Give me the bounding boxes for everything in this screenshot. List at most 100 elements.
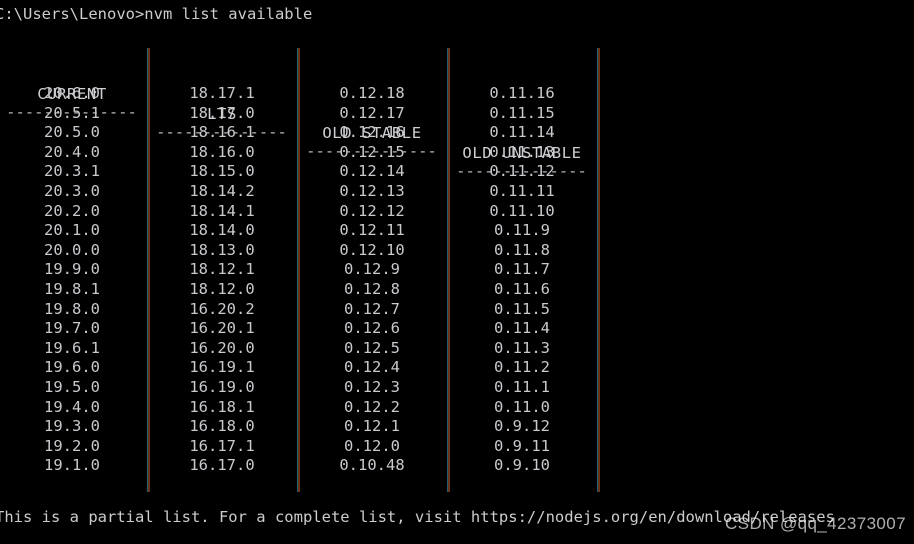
version-cell: 19.6.0 (44, 358, 100, 377)
table-body: 20.6.0 18.17.1 0.12.18 0.11.16 20.5.1 18.17.0… (0, 84, 610, 476)
table-row: 19.2.0 16.17.1 0.12.0 0.9.11 (0, 437, 610, 457)
version-cell: 0.11.11 (489, 181, 555, 200)
version-cell: 16.20.2 (189, 299, 255, 318)
version-cell: 0.11.6 (494, 279, 550, 298)
table-row: 19.8.0 16.20.2 0.12.7 0.11.5 (0, 300, 610, 320)
version-cell: 19.1.0 (44, 456, 100, 475)
version-cell: 0.12.11 (339, 221, 405, 240)
version-cell: 19.9.0 (44, 260, 100, 279)
table-row: 19.3.0 16.18.0 0.12.1 0.9.12 (0, 417, 610, 437)
table-row: 19.6.1 16.20.0 0.12.5 0.11.3 (0, 339, 610, 359)
version-cell: 18.12.1 (189, 260, 255, 279)
version-cell: 0.12.2 (344, 397, 400, 416)
version-cell: 0.12.18 (339, 84, 405, 102)
version-cell: 0.12.8 (344, 279, 400, 298)
version-cell: 18.17.0 (189, 103, 255, 122)
version-cell: 0.9.11 (494, 436, 550, 455)
version-cell: 0.12.6 (344, 319, 400, 338)
version-cell: 20.2.0 (44, 201, 100, 220)
table-row: 20.6.0 18.17.1 0.12.18 0.11.16 (0, 84, 610, 104)
version-cell: 18.14.1 (189, 201, 255, 220)
table-row: 19.4.0 16.18.1 0.12.2 0.11.0 (0, 398, 610, 418)
version-cell: 20.0.0 (44, 240, 100, 259)
version-cell: 0.12.7 (344, 299, 400, 318)
version-cell: 0.12.15 (339, 142, 405, 161)
version-cell: 0.10.48 (339, 456, 405, 475)
version-cell: 19.5.0 (44, 377, 100, 396)
version-cell: 0.12.16 (339, 123, 405, 142)
version-cell: 0.11.5 (494, 299, 550, 318)
table-header-divider-row: -------------- -------------- ----------… (0, 66, 610, 178)
version-cell: 18.15.0 (189, 162, 255, 181)
version-cell: 19.8.0 (44, 299, 100, 318)
version-cell: 0.12.17 (339, 103, 405, 122)
table-row: 20.4.0 18.16.0 0.12.15 0.11.13 (0, 143, 610, 163)
version-cell: 19.4.0 (44, 397, 100, 416)
version-cell: 19.3.0 (44, 417, 100, 436)
version-cell: 18.14.0 (189, 221, 255, 240)
table-row: 19.5.0 16.19.0 0.12.3 0.11.1 (0, 378, 610, 398)
version-cell: 0.12.4 (344, 358, 400, 377)
version-cell: 0.12.3 (344, 377, 400, 396)
version-cell: 0.12.9 (344, 260, 400, 279)
version-cell: 0.11.4 (494, 319, 550, 338)
table-row: 20.3.1 18.15.0 0.12.14 0.11.12 (0, 162, 610, 182)
version-cell: 20.3.1 (44, 162, 100, 181)
version-cell: 0.12.1 (344, 417, 400, 436)
version-cell: 16.18.1 (189, 397, 255, 416)
version-cell: 0.11.3 (494, 338, 550, 357)
version-cell: 0.11.1 (494, 377, 550, 396)
version-cell: 16.18.0 (189, 417, 255, 436)
version-cell: 0.11.7 (494, 260, 550, 279)
version-cell: 0.11.16 (489, 84, 555, 102)
table-row: 20.0.0 18.13.0 0.12.10 0.11.8 (0, 241, 610, 261)
version-cell: 19.6.1 (44, 338, 100, 357)
version-cell: 16.19.1 (189, 358, 255, 377)
version-cell: 18.16.1 (189, 123, 255, 142)
version-cell: 16.17.0 (189, 456, 255, 475)
version-cell: 0.9.12 (494, 417, 550, 436)
version-cell: 19.7.0 (44, 319, 100, 338)
version-cell: 0.11.15 (489, 103, 555, 122)
command-prompt-line: C:\Users\Lenovo>nvm list available (0, 5, 313, 23)
table-row: 20.1.0 18.14.0 0.12.11 0.11.9 (0, 221, 610, 241)
version-cell: 19.8.1 (44, 279, 100, 298)
nvm-version-table: CURRENT LTS OLD STABLE OLD UNSTABLE ----… (0, 46, 610, 492)
table-row: 20.2.0 18.14.1 0.12.12 0.11.10 (0, 202, 610, 222)
version-cell: 0.11.0 (494, 397, 550, 416)
table-row: 20.5.1 18.17.0 0.12.17 0.11.15 (0, 104, 610, 124)
version-cell: 0.12.13 (339, 181, 405, 200)
version-cell: 16.19.0 (189, 377, 255, 396)
version-cell: 0.12.10 (339, 240, 405, 259)
version-cell: 20.4.0 (44, 142, 100, 161)
version-cell: 0.9.10 (494, 456, 550, 475)
version-cell: 20.5.0 (44, 123, 100, 142)
version-cell: 0.11.9 (494, 221, 550, 240)
table-row: 20.5.0 18.16.1 0.12.16 0.11.14 (0, 123, 610, 143)
table-row: 19.9.0 18.12.1 0.12.9 0.11.7 (0, 260, 610, 280)
version-cell: 20.1.0 (44, 221, 100, 240)
version-cell: 18.12.0 (189, 279, 255, 298)
version-cell: 18.16.0 (189, 142, 255, 161)
version-cell: 16.20.0 (189, 338, 255, 357)
table-row: 20.3.0 18.14.2 0.12.13 0.11.11 (0, 182, 610, 202)
terminal-console[interactable]: C:\Users\Lenovo>nvm list available CURRE… (0, 0, 914, 544)
version-cell: 20.3.0 (44, 181, 100, 200)
version-cell: 0.11.8 (494, 240, 550, 259)
version-cell: 0.11.12 (489, 162, 555, 181)
version-cell: 0.12.14 (339, 162, 405, 181)
version-cell: 18.13.0 (189, 240, 255, 259)
table-header-row: CURRENT LTS OLD STABLE OLD UNSTABLE (0, 46, 610, 162)
version-cell: 19.2.0 (44, 436, 100, 455)
version-cell: 18.17.1 (189, 84, 255, 102)
version-cell: 0.12.5 (344, 338, 400, 357)
table-row: 19.7.0 16.20.1 0.12.6 0.11.4 (0, 319, 610, 339)
table-row: 19.8.1 18.12.0 0.12.8 0.11.6 (0, 280, 610, 300)
version-cell: 20.6.0 (44, 84, 100, 102)
version-cell: 20.5.1 (44, 103, 100, 122)
version-cell: 16.17.1 (189, 436, 255, 455)
version-cell: 0.11.13 (489, 142, 555, 161)
version-cell: 16.20.1 (189, 319, 255, 338)
version-cell: 0.11.14 (489, 123, 555, 142)
table-row: 19.1.0 16.17.0 0.10.48 0.9.10 (0, 456, 610, 476)
